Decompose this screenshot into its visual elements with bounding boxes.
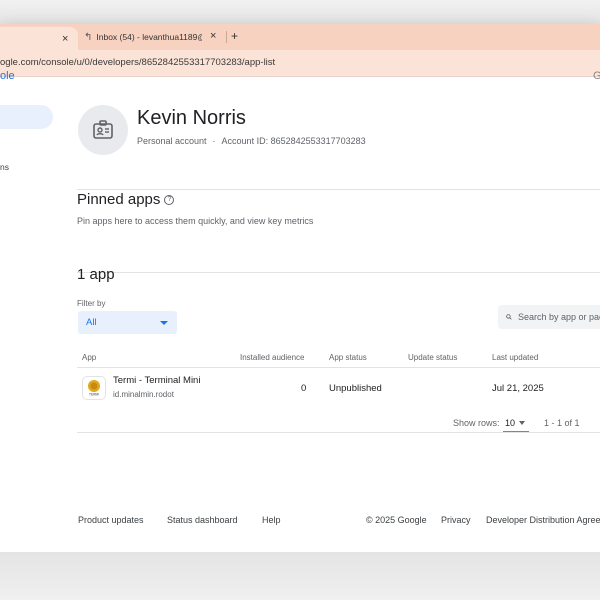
- footer-link-status-dashboard[interactable]: Status dashboard: [167, 515, 238, 525]
- divider: [77, 272, 600, 273]
- app-icon: TERMI: [82, 376, 106, 400]
- separator-dot: ·: [212, 136, 216, 146]
- search-input[interactable]: [518, 312, 600, 322]
- footer-link-product-updates[interactable]: Product updates: [78, 515, 144, 525]
- new-tab-button[interactable]: +: [231, 29, 238, 43]
- account-id: Account ID: 8652842553317703283: [221, 136, 366, 146]
- app-package-name: id.minalmin.rodot: [113, 390, 174, 399]
- mail-icon: ↰: [84, 31, 93, 43]
- screen-background-top: [0, 0, 600, 24]
- app-search[interactable]: [498, 305, 600, 329]
- tab-inbox-title: Inbox (54) - levanthua1189@gmail.com: [96, 32, 202, 42]
- footer-link-help[interactable]: Help: [262, 515, 281, 525]
- close-inbox-tab-icon[interactable]: ×: [210, 30, 216, 42]
- tab-inbox[interactable]: ↰ Inbox (54) - levanthua1189@gmail.com: [84, 27, 226, 47]
- pinned-apps-heading: Pinned apps ?: [77, 191, 175, 208]
- developer-name: Kevin Norris: [137, 107, 246, 129]
- main-content: [58, 96, 600, 500]
- toolbar-divider: [0, 76, 600, 77]
- app-icon-label: TERMI: [89, 392, 99, 396]
- help-icon[interactable]: ?: [164, 194, 175, 205]
- filter-dropdown[interactable]: All: [78, 311, 177, 334]
- table-row-divider: [77, 432, 600, 433]
- table-header-divider: [77, 367, 600, 368]
- account-type: Personal account: [137, 136, 207, 146]
- pagination-range: 1 - 1 of 1: [544, 418, 580, 428]
- header-account-initial[interactable]: G: [593, 70, 600, 82]
- column-header-app[interactable]: App: [82, 353, 96, 362]
- url-text[interactable]: ogle.com/console/u/0/developers/86528425…: [0, 57, 275, 68]
- rows-per-page-select[interactable]: 10: [503, 414, 529, 432]
- pinned-apps-description: Pin apps here to access them quickly, an…: [77, 216, 314, 226]
- footer-link-dda[interactable]: Developer Distribution Agreement: [486, 515, 600, 525]
- tab-active[interactable]: ×: [0, 27, 78, 50]
- sidebar-item-all-apps[interactable]: [0, 105, 53, 129]
- screen-background-bottom: [0, 552, 600, 600]
- column-header-update-status[interactable]: Update status: [408, 353, 457, 362]
- chevron-down-icon: [160, 320, 168, 325]
- column-header-installed-audience[interactable]: Installed audience: [240, 353, 305, 362]
- account-info: Personal account · Account ID: 865284255…: [137, 136, 366, 146]
- footer-copyright: © 2025 Google: [366, 515, 427, 525]
- console-logo[interactable]: ole: [0, 70, 15, 82]
- app-count-title: 1 app: [77, 266, 115, 283]
- address-bar[interactable]: ogle.com/console/u/0/developers/86528425…: [0, 50, 600, 76]
- divider: [77, 189, 600, 190]
- rows-per-page-value: 10: [505, 417, 516, 428]
- termi-app-icon: TERMI: [88, 380, 100, 396]
- rows-per-page-label: Show rows:: [453, 418, 500, 428]
- footer-link-privacy[interactable]: Privacy: [441, 515, 471, 525]
- search-icon: [506, 314, 512, 320]
- tab-divider: [226, 31, 227, 43]
- chevron-down-icon: [519, 420, 526, 425]
- close-tab-icon[interactable]: ×: [62, 33, 68, 45]
- filter-value: All: [86, 317, 97, 328]
- last-updated-value: Jul 21, 2025: [492, 383, 544, 394]
- app-name[interactable]: Termi - Terminal Mini: [113, 375, 200, 386]
- id-badge-icon: [93, 120, 113, 139]
- avatar: [78, 105, 128, 155]
- column-header-last-updated[interactable]: Last updated: [492, 353, 538, 362]
- filter-label: Filter by: [77, 299, 106, 308]
- sidebar-item-label[interactable]: ns: [0, 162, 9, 172]
- tab-strip: × ↰ Inbox (54) - levanthua1189@gmail.com…: [0, 24, 600, 50]
- installed-audience-value: 0: [301, 383, 307, 394]
- app-status-value: Unpublished: [329, 383, 382, 394]
- pinned-apps-title: Pinned apps: [77, 191, 161, 208]
- column-header-app-status[interactable]: App status: [329, 353, 367, 362]
